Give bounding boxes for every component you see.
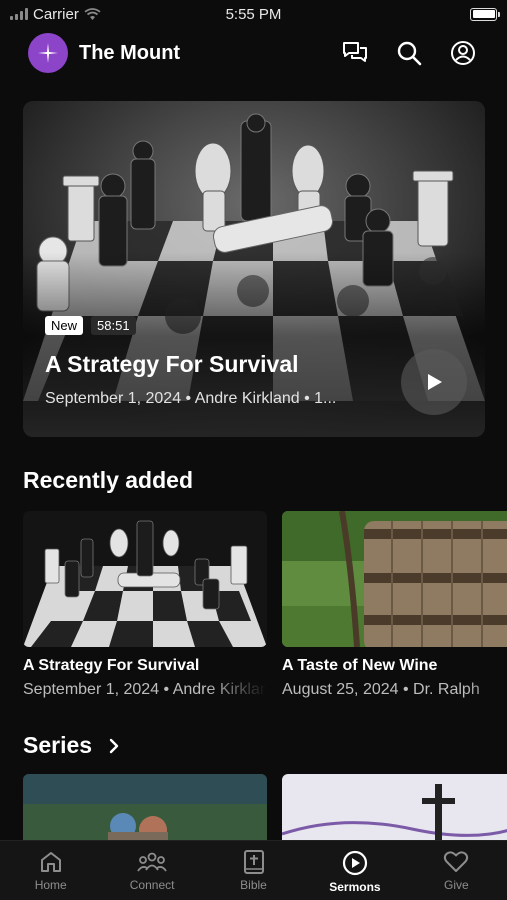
search-icon [397, 41, 422, 66]
app-title: The Mount [79, 41, 181, 64]
series-thumbnail-image [23, 774, 267, 844]
home-icon [40, 852, 61, 872]
duration-badge: 58:51 [91, 316, 136, 335]
status-bar: Carrier 5:55 PM [0, 0, 507, 28]
app-header: The Mount [0, 30, 507, 76]
bible-icon [243, 850, 264, 874]
series-card[interactable] [282, 774, 507, 844]
carrier-label: Carrier [33, 5, 79, 23]
recent-item-thumbnail [23, 511, 267, 647]
cross-star-icon [38, 43, 58, 63]
series-card[interactable] [23, 774, 267, 844]
tab-label: Give [443, 878, 469, 892]
tab-home[interactable]: Home [0, 841, 101, 900]
tab-label: Connect [129, 878, 175, 892]
play-icon [428, 374, 442, 390]
battery-icon [470, 7, 500, 21]
tab-label: Home [34, 878, 67, 892]
recent-item-title: A Taste of New Wine [282, 657, 438, 674]
play-circle-icon [342, 850, 368, 876]
chat-icon [343, 42, 367, 62]
recent-item-meta: August 25, 2024 • Dr. Ralph [282, 681, 480, 698]
recent-item-thumbnail [282, 511, 507, 647]
wine-barrel-image [282, 511, 507, 647]
profile-icon [451, 41, 475, 65]
hero-title: A Strategy For Survival [45, 351, 299, 377]
app-logo[interactable] [28, 33, 68, 73]
series-thumbnail-image [282, 774, 507, 844]
tab-connect[interactable]: Connect [101, 841, 202, 900]
profile-button[interactable] [447, 37, 479, 69]
recently-added-heading: Recently added [23, 467, 193, 493]
series-heading-label: Series [23, 732, 93, 758]
tab-label: Sermons [329, 880, 381, 894]
header-actions [339, 37, 479, 69]
featured-sermon-card[interactable]: New 58:51 A Strategy For Survival Septem… [23, 101, 485, 437]
heart-icon [444, 851, 469, 872]
signal-icon [10, 8, 28, 20]
chess-thumbnail-image [23, 511, 267, 647]
people-icon [137, 852, 167, 872]
tab-give[interactable]: Give [406, 841, 507, 900]
tab-sermons[interactable]: Sermons [304, 841, 405, 900]
hero-badges: New 58:51 [45, 316, 136, 335]
recent-item-title: A Strategy For Survival [23, 657, 200, 674]
series-heading[interactable]: Series [23, 732, 120, 759]
search-button[interactable] [393, 37, 425, 69]
chat-button[interactable] [339, 37, 371, 69]
bottom-tab-bar: Home Connect Bible Sermons Give [0, 840, 507, 900]
recent-item-meta: September 1, 2024 • Andre Kirkland [23, 681, 267, 698]
recent-item-card[interactable]: A Taste of New Wine August 25, 2024 • Dr… [282, 511, 507, 699]
play-button[interactable] [401, 349, 467, 415]
chevron-right-icon [109, 738, 119, 753]
new-badge: New [45, 316, 84, 335]
wifi-icon [84, 7, 101, 20]
tab-label: Bible [240, 878, 267, 892]
tab-bible[interactable]: Bible [203, 841, 304, 900]
recent-item-card[interactable]: A Strategy For Survival September 1, 202… [23, 511, 267, 699]
status-left: Carrier [10, 6, 101, 23]
hero-meta: September 1, 2024 • Andre Kirkland • 1..… [45, 390, 337, 407]
